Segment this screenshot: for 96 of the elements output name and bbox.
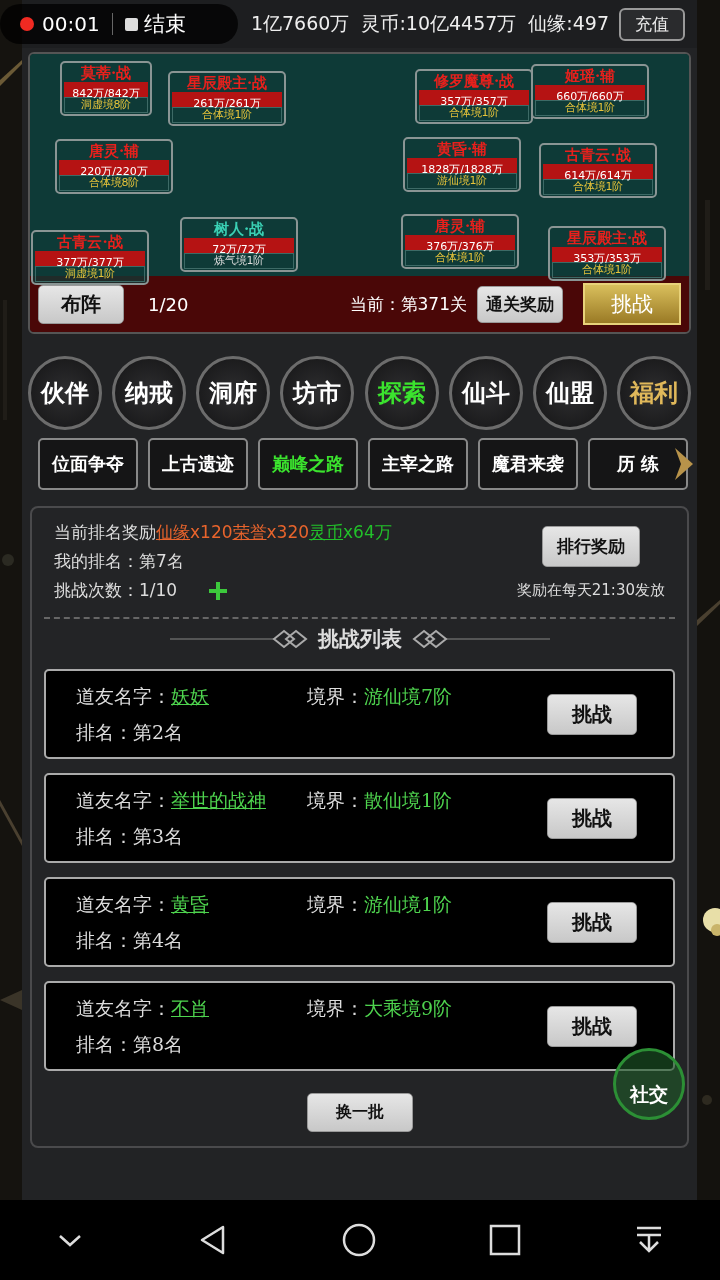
player-name-link[interactable]: 举世的战神 xyxy=(171,782,295,818)
reward-time-note: 奖励在每天21:30发放 xyxy=(516,581,665,600)
main-tab[interactable]: 仙盟 xyxy=(532,356,607,430)
challenge-button[interactable]: 挑战 xyxy=(547,901,637,943)
hp-text: 220万/220万 xyxy=(80,165,148,178)
unit-card[interactable]: 姬瑶·辅 660万/660万 合体境1阶 xyxy=(531,64,649,119)
rank-text: 排名：第2名 xyxy=(76,720,184,745)
realm-label: 境界： xyxy=(307,788,364,813)
sub-tab[interactable]: 巅峰之路 xyxy=(258,438,358,490)
plus-icon[interactable] xyxy=(209,581,228,600)
main-tab[interactable]: 伙伴 xyxy=(28,356,102,430)
unit-name: 星辰殿主·战 xyxy=(185,75,269,92)
unit-name: 唐灵·辅 xyxy=(87,143,141,160)
unit-name: 修罗魔尊·战 xyxy=(432,73,516,90)
rank-reward-button[interactable]: 排行奖励 xyxy=(541,526,640,567)
unit-name: 莫蒂·战 xyxy=(79,65,133,82)
main-tab[interactable]: 仙斗 xyxy=(448,356,523,430)
rank-text: 排名：第8名 xyxy=(76,1032,184,1057)
realm-value: 大乘境9阶 xyxy=(364,996,453,1021)
unit-card[interactable]: 修罗魔尊·战 357万/357万 合体境1阶 xyxy=(415,69,533,124)
player-name-link[interactable]: 黄昏 xyxy=(171,886,295,922)
fate-value: 仙缘:497 xyxy=(528,11,609,36)
unit-name: 古青云·战 xyxy=(56,234,124,251)
stop-icon xyxy=(124,17,138,31)
player-name-link[interactable]: 不肖 xyxy=(171,990,295,1026)
realm-label: 境界： xyxy=(307,892,364,917)
challenge-button[interactable]: 挑战 xyxy=(547,797,637,839)
realm-value: 游仙境1阶 xyxy=(364,892,453,917)
hp-text: 261万/261万 xyxy=(193,97,261,110)
unit-card[interactable]: 树人·战 72万/72万 炼气境1阶 xyxy=(180,217,298,272)
next-arrow-icon[interactable] xyxy=(673,446,695,482)
realm-value: 游仙境7阶 xyxy=(364,684,453,709)
hp-text: 357万/357万 xyxy=(440,95,508,108)
realm-label: 境界： xyxy=(307,684,364,709)
sub-tab[interactable]: 位面争夺 xyxy=(38,438,138,490)
recents-icon[interactable] xyxy=(488,1224,521,1256)
unit-card[interactable]: 黄昏·辅 1828万/1828万 游仙境1阶 xyxy=(403,137,521,192)
list-title: 挑战列表 xyxy=(317,625,402,653)
main-tab[interactable]: 洞府 xyxy=(196,356,271,430)
attempts-count: 挑战次数：1/10 xyxy=(54,579,178,602)
sub-tab[interactable]: 主宰之路 xyxy=(368,438,468,490)
unit-card[interactable]: 古青云·战 614万/614万 合体境1阶 xyxy=(539,143,657,198)
current-stage: 当前：第371关 xyxy=(349,292,467,316)
sub-tab[interactable]: 魔君来袭 xyxy=(478,438,578,490)
challenge-button[interactable]: 挑战 xyxy=(547,693,637,735)
clear-reward-button[interactable]: 通关奖励 xyxy=(477,285,563,323)
main-tab[interactable]: 福利 xyxy=(617,356,691,430)
hp-text: 1828万/1828万 xyxy=(421,163,503,176)
refresh-button[interactable]: 换一批 xyxy=(306,1093,413,1132)
name-label: 道友名字： xyxy=(76,996,171,1021)
home-icon[interactable] xyxy=(342,1223,376,1257)
hp-text: 72万/72万 xyxy=(212,243,266,256)
unit-name: 星辰殿主·战 xyxy=(565,230,649,247)
main-tab[interactable]: 纳戒 xyxy=(112,356,187,430)
page-counter: 1/20 xyxy=(148,293,189,315)
unit-name: 古青云·战 xyxy=(564,147,632,164)
my-rank: 我的排名：第7名 xyxy=(54,550,185,573)
main-tab[interactable]: 坊市 xyxy=(280,356,355,430)
record-icon xyxy=(20,17,34,31)
unit-name: 唐灵·辅 xyxy=(433,218,487,235)
formation-button[interactable]: 布阵 xyxy=(38,284,124,324)
unit-card[interactable]: 星辰殿主·战 261万/261万 合体境1阶 xyxy=(168,71,286,126)
realm-label: 境界： xyxy=(307,996,364,1021)
hp-text: 376万/376万 xyxy=(426,240,494,253)
unit-name: 树人·战 xyxy=(212,221,266,238)
sub-tab[interactable]: 历 练 xyxy=(588,438,688,490)
sub-tab[interactable]: 上古遗迹 xyxy=(148,438,248,490)
rank-text: 排名：第4名 xyxy=(76,928,184,953)
unit-card[interactable]: 唐灵·辅 220万/220万 合体境8阶 xyxy=(55,139,173,194)
reward-line: 当前排名奖励仙缘x120荣誉x320灵币x64万 xyxy=(54,521,392,544)
unit-name: 黄昏·辅 xyxy=(435,141,489,158)
social-button[interactable]: 社交 xyxy=(613,1048,685,1120)
power-value: 1亿7660万 xyxy=(250,11,350,36)
unit-card[interactable]: 唐灵·辅 376万/376万 合体境1阶 xyxy=(401,214,519,269)
realm-value: 散仙境1阶 xyxy=(364,788,453,813)
name-label: 道友名字： xyxy=(76,892,171,917)
spirit-coin-value: 灵币:10亿4457万 xyxy=(361,11,517,36)
unit-card[interactable]: 古青云·战 377万/377万 洞虚境1阶 xyxy=(31,230,149,285)
hp-text: 353万/353万 xyxy=(573,252,641,265)
main-tab[interactable]: 探索 xyxy=(364,356,439,430)
recording-time: 00:01 xyxy=(42,12,100,36)
unit-card[interactable]: 莫蒂·战 842万/842万 洞虚境8阶 xyxy=(60,61,152,116)
challenge-button[interactable]: 挑战 xyxy=(547,1005,637,1047)
player-name-link[interactable]: 妖妖 xyxy=(171,678,295,714)
ornament-icon xyxy=(169,629,310,649)
stop-button[interactable]: 结束 xyxy=(124,10,186,38)
unit-card[interactable]: 星辰殿主·战 353万/353万 合体境1阶 xyxy=(548,226,666,281)
unit-name: 姬瑶·辅 xyxy=(563,68,617,85)
name-label: 道友名字： xyxy=(76,684,171,709)
rank-text: 排名：第3名 xyxy=(76,824,184,849)
hp-text: 614万/614万 xyxy=(564,169,632,182)
name-label: 道友名字： xyxy=(76,788,171,813)
hp-text: 377万/377万 xyxy=(56,256,124,269)
hp-text: 660万/660万 xyxy=(556,90,624,103)
recharge-button[interactable]: 充值 xyxy=(619,7,685,41)
hp-text: 842万/842万 xyxy=(72,87,140,100)
